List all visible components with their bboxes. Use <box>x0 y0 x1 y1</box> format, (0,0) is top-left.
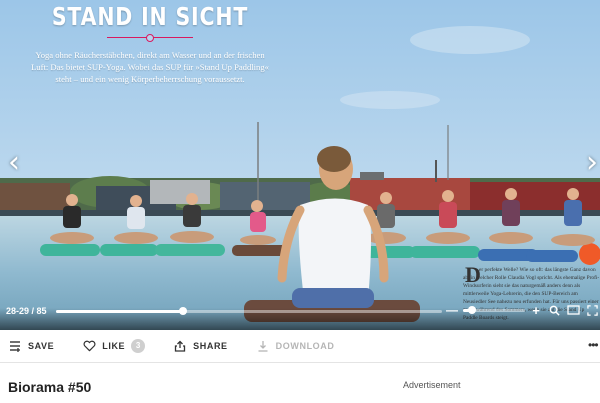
share-label: SHARE <box>193 341 228 351</box>
fullscreen-icon[interactable] <box>585 303 599 317</box>
like-label: LIKE <box>102 341 126 351</box>
headline-divider <box>107 33 193 43</box>
download-button[interactable]: DOWNLOAD <box>248 330 335 363</box>
download-icon <box>256 339 270 353</box>
zoom-out-button[interactable]: — <box>446 303 458 317</box>
advertisement-label: Advertisement <box>403 380 461 390</box>
zoom-slider[interactable] <box>463 305 525 314</box>
zoom-controls: — + <box>446 303 599 318</box>
download-label: DOWNLOAD <box>275 341 335 351</box>
share-icon <box>173 339 187 353</box>
zoom-in-button[interactable]: + <box>530 303 542 318</box>
search-icon[interactable] <box>547 303 561 317</box>
previous-page-button[interactable]: ‹ <box>4 148 24 180</box>
save-icon <box>8 339 22 353</box>
article-headline: STAND IN SICHT <box>51 2 249 31</box>
magazine-viewer[interactable]: STAND IN SICHT Yoga ohne Räucherstäbchen… <box>0 0 600 330</box>
publication-title: Biorama #50 <box>8 379 92 395</box>
article-header: STAND IN SICHT Yoga ohne Räucherstäbchen… <box>0 0 300 86</box>
like-button[interactable]: LIKE 3 <box>74 330 146 363</box>
page-counter: 28-29 / 85 <box>6 306 47 316</box>
save-label: SAVE <box>28 341 55 351</box>
next-page-button[interactable]: › <box>582 148 600 180</box>
share-button[interactable]: SHARE <box>165 330 228 363</box>
article-lead: Yoga ohne Räucherstäbchen, direkt am Was… <box>31 50 269 85</box>
save-button[interactable]: SAVE <box>0 330 54 363</box>
more-icon[interactable]: ••• <box>588 339 599 351</box>
page-scrubber-fill <box>56 310 184 313</box>
action-toolbar: SAVE LIKE 3 SHARE DOWNLOAD ••• <box>0 330 600 363</box>
page-scrubber[interactable] <box>56 307 442 315</box>
like-icon <box>82 339 96 353</box>
like-count-badge: 3 <box>131 339 146 353</box>
single-page-icon[interactable] <box>566 303 580 317</box>
zoom-slider-handle[interactable] <box>467 305 476 314</box>
